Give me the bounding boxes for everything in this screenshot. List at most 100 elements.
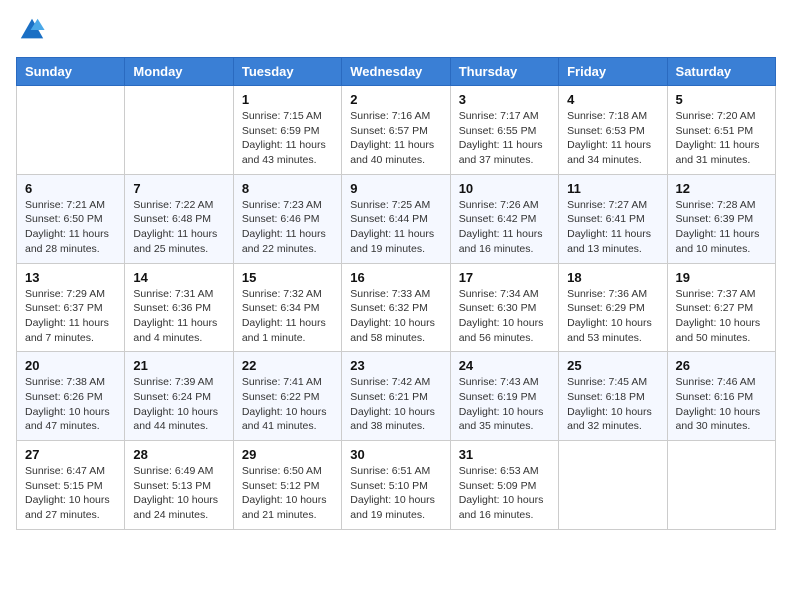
day-info: Sunrise: 7:32 AM Sunset: 6:34 PM Dayligh… <box>242 287 333 346</box>
day-info: Sunrise: 7:38 AM Sunset: 6:26 PM Dayligh… <box>25 375 116 434</box>
day-number: 4 <box>567 92 658 107</box>
day-number: 25 <box>567 358 658 373</box>
calendar-cell <box>559 441 667 530</box>
day-info: Sunrise: 7:36 AM Sunset: 6:29 PM Dayligh… <box>567 287 658 346</box>
day-info: Sunrise: 7:16 AM Sunset: 6:57 PM Dayligh… <box>350 109 441 168</box>
day-number: 27 <box>25 447 116 462</box>
day-info: Sunrise: 7:37 AM Sunset: 6:27 PM Dayligh… <box>676 287 767 346</box>
day-number: 21 <box>133 358 224 373</box>
calendar-cell: 30Sunrise: 6:51 AM Sunset: 5:10 PM Dayli… <box>342 441 450 530</box>
column-header-wednesday: Wednesday <box>342 58 450 86</box>
day-info: Sunrise: 7:46 AM Sunset: 6:16 PM Dayligh… <box>676 375 767 434</box>
day-number: 9 <box>350 181 441 196</box>
calendar-cell: 21 Sunrise: 7:39 AM Sunset: 6:24 PM Dayli… <box>125 352 233 441</box>
day-number: 30 <box>350 447 441 462</box>
day-number: 11 <box>567 181 658 196</box>
day-number: 15 <box>242 270 333 285</box>
column-header-saturday: Saturday <box>667 58 775 86</box>
calendar-cell: 15 Sunrise: 7:32 AM Sunset: 6:34 PM Dayli… <box>233 263 341 352</box>
calendar-cell: 14Sunrise: 7:31 AM Sunset: 6:36 PM Dayli… <box>125 263 233 352</box>
day-info: Sunrise: 7:29 AM Sunset: 6:37 PM Dayligh… <box>25 287 116 346</box>
day-info: Sunrise: 6:49 AM Sunset: 5:13 PM Dayligh… <box>133 464 224 523</box>
calendar-cell: 23 Sunrise: 7:42 AM Sunset: 6:21 PM Dayli… <box>342 352 450 441</box>
calendar-cell: 29 Sunrise: 6:50 AM Sunset: 5:12 PM Dayli… <box>233 441 341 530</box>
calendar-table: SundayMondayTuesdayWednesdayThursdayFrid… <box>16 57 776 530</box>
calendar-cell: 16 Sunrise: 7:33 AM Sunset: 6:32 PM Dayli… <box>342 263 450 352</box>
day-number: 12 <box>676 181 767 196</box>
calendar-week-1: 1Sunrise: 7:15 AM Sunset: 6:59 PM Daylig… <box>17 86 776 175</box>
day-number: 2 <box>350 92 441 107</box>
day-info: Sunrise: 6:53 AM Sunset: 5:09 PM Dayligh… <box>459 464 550 523</box>
calendar-week-2: 6 Sunrise: 7:21 AM Sunset: 6:50 PM Daylig… <box>17 174 776 263</box>
calendar-cell: 17Sunrise: 7:34 AM Sunset: 6:30 PM Dayli… <box>450 263 558 352</box>
day-info: Sunrise: 7:20 AM Sunset: 6:51 PM Dayligh… <box>676 109 767 168</box>
day-info: Sunrise: 6:47 AM Sunset: 5:15 PM Dayligh… <box>25 464 116 523</box>
calendar-cell: 6 Sunrise: 7:21 AM Sunset: 6:50 PM Daylig… <box>17 174 125 263</box>
calendar-cell <box>125 86 233 175</box>
day-number: 3 <box>459 92 550 107</box>
day-number: 24 <box>459 358 550 373</box>
day-info: Sunrise: 7:26 AM Sunset: 6:42 PM Dayligh… <box>459 198 550 257</box>
calendar-cell: 10 Sunrise: 7:26 AM Sunset: 6:42 PM Dayli… <box>450 174 558 263</box>
calendar-cell <box>17 86 125 175</box>
day-number: 8 <box>242 181 333 196</box>
day-info: Sunrise: 7:39 AM Sunset: 6:24 PM Dayligh… <box>133 375 224 434</box>
calendar-cell: 1Sunrise: 7:15 AM Sunset: 6:59 PM Daylig… <box>233 86 341 175</box>
day-number: 10 <box>459 181 550 196</box>
day-number: 23 <box>350 358 441 373</box>
day-number: 17 <box>459 270 550 285</box>
calendar-cell: 22 Sunrise: 7:41 AM Sunset: 6:22 PM Dayli… <box>233 352 341 441</box>
day-number: 6 <box>25 181 116 196</box>
day-info: Sunrise: 7:45 AM Sunset: 6:18 PM Dayligh… <box>567 375 658 434</box>
day-info: Sunrise: 6:50 AM Sunset: 5:12 PM Dayligh… <box>242 464 333 523</box>
calendar-cell: 25 Sunrise: 7:45 AM Sunset: 6:18 PM Dayli… <box>559 352 667 441</box>
day-info: Sunrise: 7:28 AM Sunset: 6:39 PM Dayligh… <box>676 198 767 257</box>
calendar-cell: 7Sunrise: 7:22 AM Sunset: 6:48 PM Daylig… <box>125 174 233 263</box>
page-header <box>16 16 776 49</box>
calendar-cell: 24 Sunrise: 7:43 AM Sunset: 6:19 PM Dayli… <box>450 352 558 441</box>
calendar-cell: 2 Sunrise: 7:16 AM Sunset: 6:57 PM Daylig… <box>342 86 450 175</box>
column-header-tuesday: Tuesday <box>233 58 341 86</box>
day-info: Sunrise: 7:27 AM Sunset: 6:41 PM Dayligh… <box>567 198 658 257</box>
calendar-body: 1Sunrise: 7:15 AM Sunset: 6:59 PM Daylig… <box>17 86 776 530</box>
column-header-sunday: Sunday <box>17 58 125 86</box>
logo <box>16 16 46 49</box>
day-number: 13 <box>25 270 116 285</box>
day-number: 18 <box>567 270 658 285</box>
day-number: 20 <box>25 358 116 373</box>
day-info: Sunrise: 7:42 AM Sunset: 6:21 PM Dayligh… <box>350 375 441 434</box>
day-number: 29 <box>242 447 333 462</box>
day-info: Sunrise: 7:25 AM Sunset: 6:44 PM Dayligh… <box>350 198 441 257</box>
calendar-cell: 31 Sunrise: 6:53 AM Sunset: 5:09 PM Dayli… <box>450 441 558 530</box>
calendar-week-3: 13 Sunrise: 7:29 AM Sunset: 6:37 PM Dayli… <box>17 263 776 352</box>
day-number: 5 <box>676 92 767 107</box>
day-number: 31 <box>459 447 550 462</box>
calendar-cell: 27 Sunrise: 6:47 AM Sunset: 5:15 PM Dayli… <box>17 441 125 530</box>
column-header-friday: Friday <box>559 58 667 86</box>
day-info: Sunrise: 7:41 AM Sunset: 6:22 PM Dayligh… <box>242 375 333 434</box>
day-number: 16 <box>350 270 441 285</box>
logo-icon <box>18 16 46 44</box>
day-number: 22 <box>242 358 333 373</box>
day-info: Sunrise: 7:31 AM Sunset: 6:36 PM Dayligh… <box>133 287 224 346</box>
calendar-cell: 19 Sunrise: 7:37 AM Sunset: 6:27 PM Dayli… <box>667 263 775 352</box>
day-number: 26 <box>676 358 767 373</box>
calendar-cell: 8 Sunrise: 7:23 AM Sunset: 6:46 PM Daylig… <box>233 174 341 263</box>
day-number: 19 <box>676 270 767 285</box>
day-number: 1 <box>242 92 333 107</box>
day-info: Sunrise: 7:21 AM Sunset: 6:50 PM Dayligh… <box>25 198 116 257</box>
day-info: Sunrise: 7:43 AM Sunset: 6:19 PM Dayligh… <box>459 375 550 434</box>
calendar-cell: 9 Sunrise: 7:25 AM Sunset: 6:44 PM Daylig… <box>342 174 450 263</box>
calendar-week-5: 27 Sunrise: 6:47 AM Sunset: 5:15 PM Dayli… <box>17 441 776 530</box>
calendar-cell: 13 Sunrise: 7:29 AM Sunset: 6:37 PM Dayli… <box>17 263 125 352</box>
calendar-cell: 4Sunrise: 7:18 AM Sunset: 6:53 PM Daylig… <box>559 86 667 175</box>
calendar-cell: 26 Sunrise: 7:46 AM Sunset: 6:16 PM Dayli… <box>667 352 775 441</box>
calendar-cell: 12 Sunrise: 7:28 AM Sunset: 6:39 PM Dayli… <box>667 174 775 263</box>
day-info: Sunrise: 7:33 AM Sunset: 6:32 PM Dayligh… <box>350 287 441 346</box>
calendar-cell: 20 Sunrise: 7:38 AM Sunset: 6:26 PM Dayli… <box>17 352 125 441</box>
calendar-header-row: SundayMondayTuesdayWednesdayThursdayFrid… <box>17 58 776 86</box>
day-number: 7 <box>133 181 224 196</box>
calendar-cell: 3Sunrise: 7:17 AM Sunset: 6:55 PM Daylig… <box>450 86 558 175</box>
day-info: Sunrise: 7:23 AM Sunset: 6:46 PM Dayligh… <box>242 198 333 257</box>
calendar-cell: 5 Sunrise: 7:20 AM Sunset: 6:51 PM Daylig… <box>667 86 775 175</box>
